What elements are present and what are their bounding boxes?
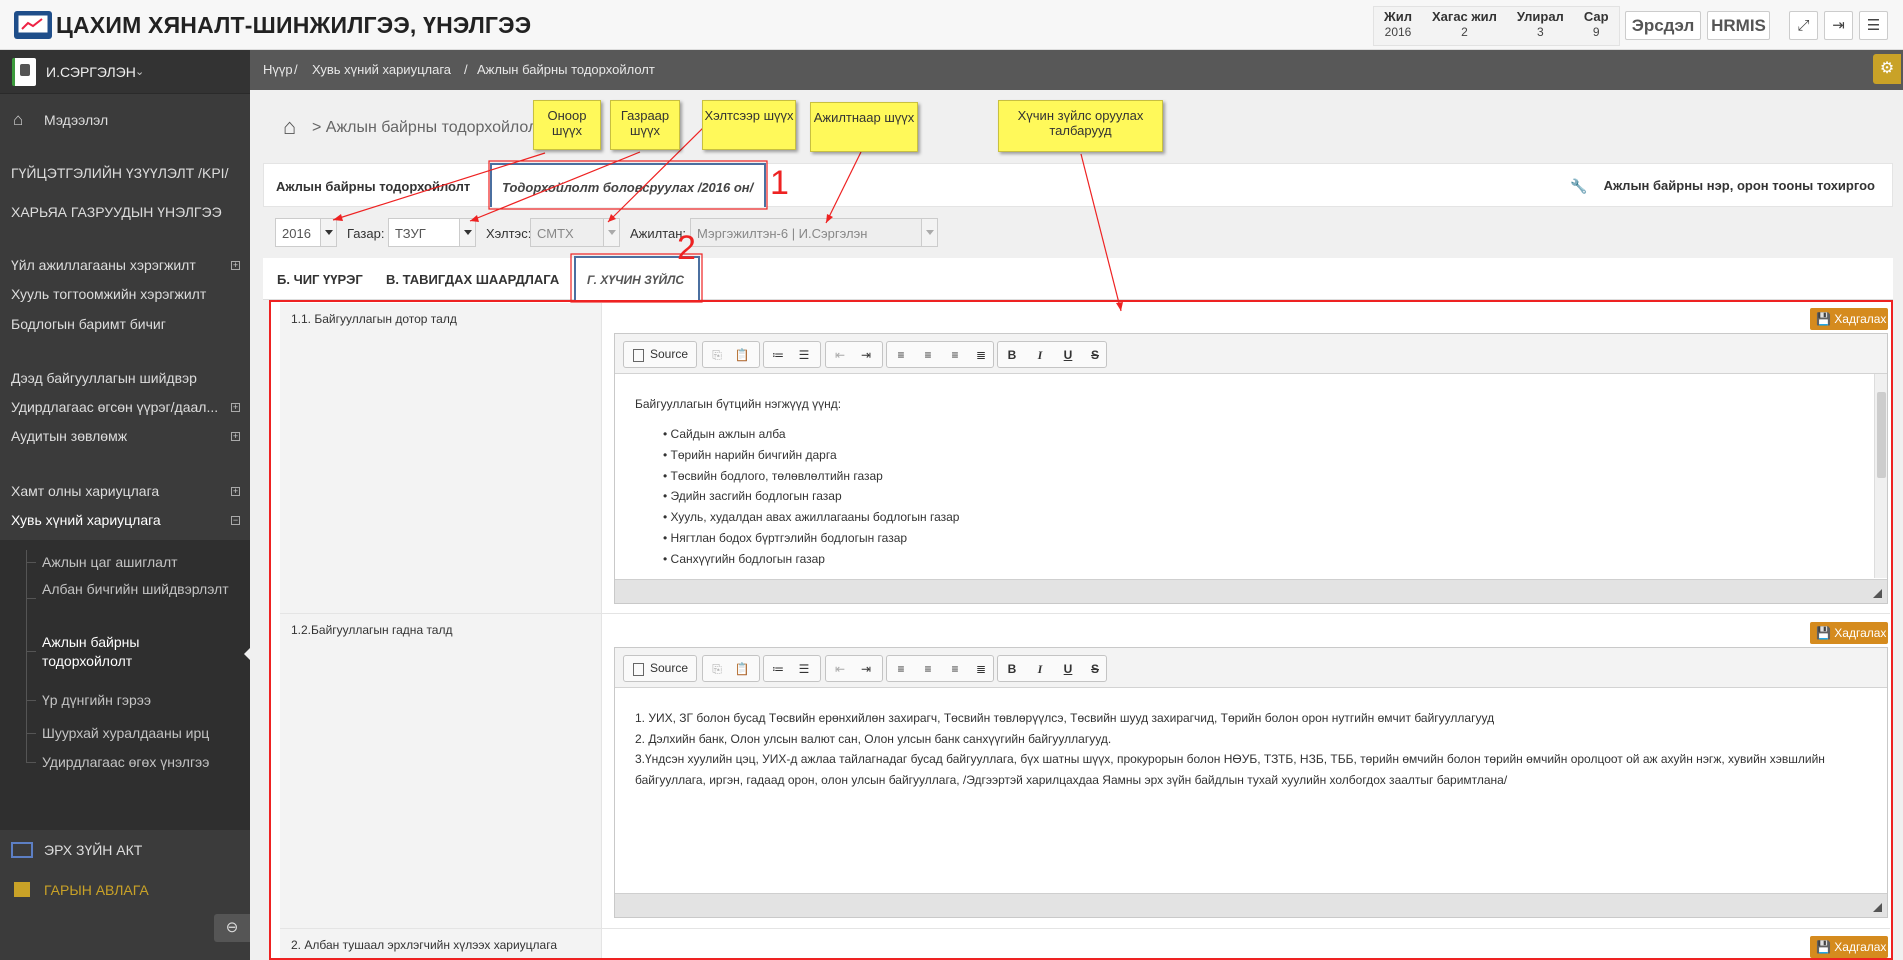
callout-place-filter: Газраар шүүх [610, 100, 680, 150]
callout-year-filter: Оноор шүүх [533, 100, 601, 150]
callout-employee-filter: Ажилтнаар шүүх [810, 102, 918, 152]
annotation-marker-1: 1 [770, 164, 789, 202]
callout-department-filter: Хэлтсээр шүүх [702, 100, 796, 150]
callout-factor-fields: Хүчин зүйлс оруулах талбарууд [998, 100, 1163, 152]
annotation-arrows [332, 124, 1123, 312]
annotation-marker-2: 2 [677, 229, 696, 267]
